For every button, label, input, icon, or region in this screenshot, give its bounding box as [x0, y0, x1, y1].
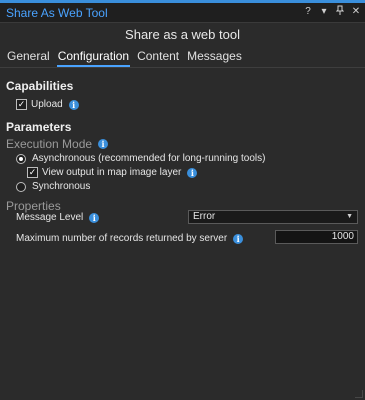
upload-label: Upload — [31, 99, 63, 110]
info-icon[interactable]: i — [68, 99, 79, 110]
tab-messages[interactable]: Messages — [186, 49, 243, 67]
close-icon[interactable]: ✕ — [351, 5, 361, 19]
execution-mode-row: Execution Mode i — [6, 137, 109, 151]
tab-general[interactable]: General — [6, 49, 51, 67]
pane-header: Share As Web Tool ? ▾ ✕ — [0, 3, 365, 23]
info-icon[interactable]: i — [233, 233, 244, 244]
chevron-down-icon[interactable]: ▾ — [319, 5, 329, 19]
pane-controls: ? ▾ ✕ — [303, 5, 361, 19]
message-level-value: Error — [193, 211, 216, 222]
dialog-title: Share as a web tool — [125, 27, 240, 42]
tab-bar: General Configuration Content Messages — [6, 49, 243, 67]
tab-divider — [0, 67, 365, 68]
upload-checkbox[interactable]: ✓ — [16, 99, 27, 110]
max-records-input[interactable]: 1000 — [275, 230, 358, 244]
pane-title: Share As Web Tool — [6, 6, 108, 20]
tab-configuration[interactable]: Configuration — [56, 49, 131, 67]
sync-label: Synchronous — [32, 181, 91, 192]
info-icon[interactable]: i — [187, 167, 198, 178]
help-icon[interactable]: ? — [303, 5, 313, 19]
view-output-label: View output in map image layer — [42, 167, 182, 178]
pin-icon[interactable] — [335, 5, 345, 19]
view-output-checkbox[interactable]: ✓ — [27, 167, 38, 178]
parameters-heading: Parameters — [6, 120, 72, 134]
message-level-select[interactable]: Error ▼ — [188, 210, 358, 224]
info-icon[interactable]: i — [89, 212, 100, 223]
upload-row: ✓ Upload i — [16, 99, 79, 110]
tab-content[interactable]: Content — [136, 49, 180, 67]
max-records-label: Maximum number of records returned by se… — [16, 233, 228, 244]
info-icon[interactable]: i — [98, 139, 109, 149]
view-output-option: ✓ View output in map image layer i — [27, 167, 198, 178]
resize-grip[interactable] — [355, 390, 363, 398]
async-label: Asynchronous (recommended for long-runni… — [32, 153, 266, 164]
execution-mode-label: Execution Mode — [6, 137, 93, 151]
async-option: Asynchronous (recommended for long-runni… — [16, 153, 265, 164]
capabilities-heading: Capabilities — [6, 79, 74, 93]
properties-label: Properties — [6, 199, 61, 213]
max-records-row: Maximum number of records returned by se… — [16, 233, 244, 244]
radio-selected-dot — [19, 156, 23, 161]
async-radio[interactable] — [16, 153, 26, 164]
chevron-down-icon: ▼ — [346, 213, 353, 220]
message-level-label: Message Level — [16, 212, 84, 223]
message-level-row: Message Level i — [16, 212, 100, 223]
sync-option: Synchronous — [16, 181, 90, 192]
sync-radio[interactable] — [16, 181, 26, 192]
